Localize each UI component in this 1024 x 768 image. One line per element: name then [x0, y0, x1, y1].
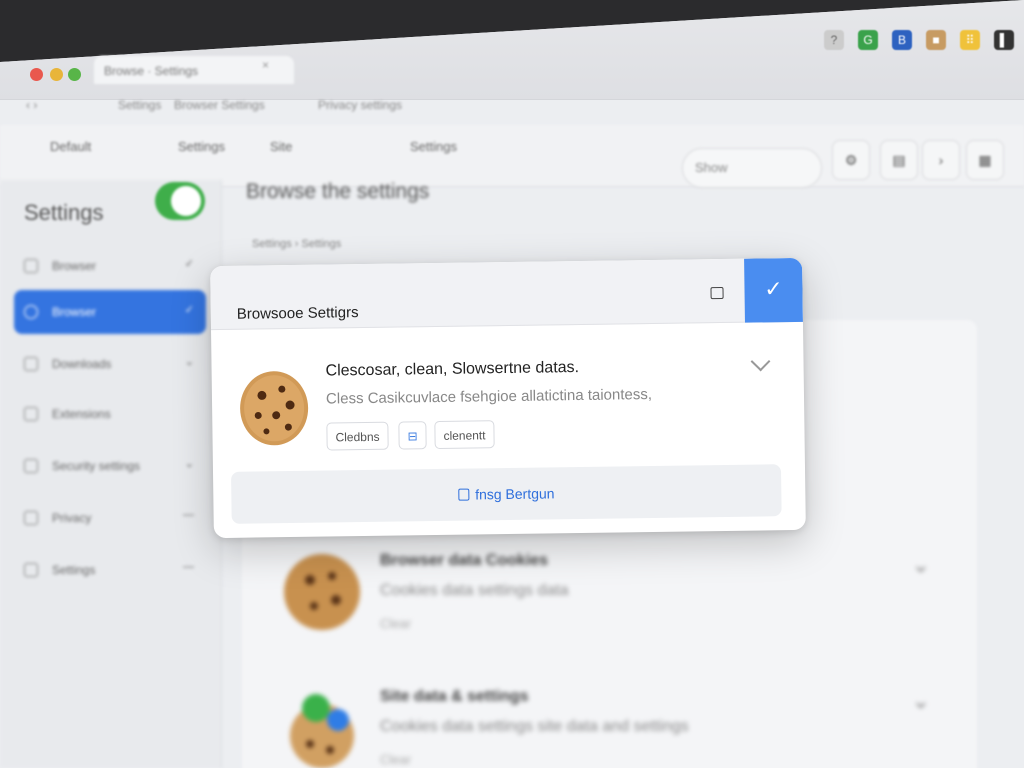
list-item[interactable]: Browser data Cookies Cookies data settin…	[260, 540, 950, 660]
list-item[interactable]: Site data & settings Cookies data settin…	[260, 676, 950, 768]
settings-toggle[interactable]	[155, 182, 205, 220]
sidebar-item-extensions[interactable]: Extensions	[14, 392, 206, 436]
option-chip[interactable]: Cledbns	[326, 421, 389, 451]
toolbar-item[interactable]: Default	[50, 139, 91, 154]
row-description: Cookies data settings site data and sett…	[380, 718, 689, 735]
row-title: Site data & settings	[380, 688, 529, 705]
settings-gear-icon[interactable]: ⚙	[832, 140, 870, 180]
tab-close-icon[interactable]: ×	[262, 58, 269, 72]
profile-extension-icon[interactable]: ■	[926, 30, 946, 50]
sidebar-item-label: Browser	[52, 259, 97, 273]
cookie-icon	[284, 554, 360, 630]
option-chip[interactable]: clenentt	[434, 420, 495, 450]
sidebar-item-downloads[interactable]: Downloads ⌄	[14, 342, 206, 386]
sidebar-item-settings[interactable]: Settings —	[14, 548, 206, 592]
sidebar-item-privacy[interactable]: Privacy —	[14, 496, 206, 540]
settings-dialog: Browsooe Settigrs ✓ Clescosar, clean, Sl…	[210, 257, 806, 539]
confirm-button[interactable]: ✓	[744, 257, 803, 323]
title-bar	[0, 0, 1024, 100]
maximize-window-button[interactable]	[68, 68, 81, 81]
page-title: Browse the settings	[246, 180, 430, 203]
grid-view-icon[interactable]: ▦	[966, 140, 1004, 180]
dash-icon: —	[183, 561, 194, 573]
row-subtext: Clear	[380, 752, 412, 767]
lock-icon	[24, 511, 38, 525]
url-item[interactable]: Privacy settings	[318, 98, 402, 112]
chevron-down-icon[interactable]: ⌄	[912, 552, 930, 578]
extensions-icon	[24, 407, 38, 421]
address-row: ‹ › Settings Browser Settings Privacy se…	[20, 90, 1010, 124]
chevron-down-icon: ⌄	[184, 458, 194, 470]
square-icon	[458, 488, 470, 501]
check-icon: ✓	[184, 304, 194, 316]
chevron-down-icon: ⌄	[184, 356, 194, 368]
sidebar-item-security[interactable]: Security settings ⌄	[14, 444, 206, 488]
gear-icon	[24, 563, 38, 577]
check-icon: ✓	[184, 258, 194, 270]
browser-icon	[24, 259, 38, 273]
row-subtext: Clear	[380, 616, 412, 631]
toolbar-item[interactable]: Site	[270, 139, 292, 154]
back-icon[interactable]: ‹ ›	[26, 98, 37, 112]
sidebar-item-browser[interactable]: Browser ✓	[14, 244, 206, 288]
sidebar-item-label: Browser	[52, 305, 97, 319]
dash-icon: —	[183, 509, 194, 521]
option-chip-icon[interactable]: ⊟	[398, 421, 427, 450]
option-description: Cless Casikcuvlace fsehgioe allatictina …	[325, 385, 653, 408]
toolbar-item[interactable]: Settings	[410, 139, 457, 154]
privacy-icon	[24, 305, 38, 319]
sidebar-item-label: Privacy	[52, 511, 92, 525]
downloads-icon	[24, 357, 38, 371]
search-input[interactable]: Show	[682, 148, 822, 188]
sidebar-item-label: Extensions	[52, 407, 111, 421]
chevron-right-icon[interactable]: ›	[922, 140, 960, 180]
shield-icon	[24, 459, 38, 473]
row-description: Cookies data settings data	[380, 582, 569, 599]
close-window-button[interactable]	[30, 68, 43, 81]
toolbar-item[interactable]: Settings	[178, 139, 225, 154]
cookie-icon	[240, 371, 309, 446]
chevron-down-icon[interactable]: ⌄	[912, 688, 930, 714]
chevron-down-icon[interactable]	[750, 351, 771, 372]
settings-toolbar: Default Settings Site Settings	[0, 125, 1024, 187]
row-title: Browser data Cookies	[380, 552, 549, 569]
sidepanel-extension-icon[interactable]: ▌	[994, 30, 1014, 50]
sidebar-item-browser-active[interactable]: Browser ✓	[14, 290, 206, 334]
dialog-title: Browsooe Settigrs	[236, 304, 359, 323]
minimize-window-button[interactable]	[50, 68, 63, 81]
url-item[interactable]: Settings	[118, 98, 161, 112]
option-title: Clescosar, clean, Slowsertne datas.	[325, 359, 580, 380]
list-view-icon[interactable]: ▤	[880, 140, 918, 180]
extension-bar: ? G B ■ ⠿ ▌	[824, 30, 1014, 50]
help-icon[interactable]: ?	[824, 30, 844, 50]
action-label: fnsg Bertgun	[475, 485, 555, 503]
sidebar-item-label: Settings	[52, 563, 96, 577]
url-item[interactable]: Browser Settings	[174, 98, 265, 112]
bookmark-extension-icon[interactable]: B	[892, 30, 912, 50]
google-extension-icon[interactable]: G	[858, 30, 878, 50]
breadcrumb: Settings › Settings	[252, 238, 342, 250]
sidebar-item-label: Downloads	[52, 357, 112, 371]
sidebar-title: Settings	[24, 200, 104, 225]
apps-extension-icon[interactable]: ⠿	[960, 30, 980, 50]
window-restore-icon[interactable]	[710, 286, 724, 300]
site-data-icon	[290, 694, 354, 768]
sidebar-item-label: Security settings	[52, 459, 141, 473]
dialog-action-button[interactable]: fnsg Bertgun	[231, 464, 782, 524]
